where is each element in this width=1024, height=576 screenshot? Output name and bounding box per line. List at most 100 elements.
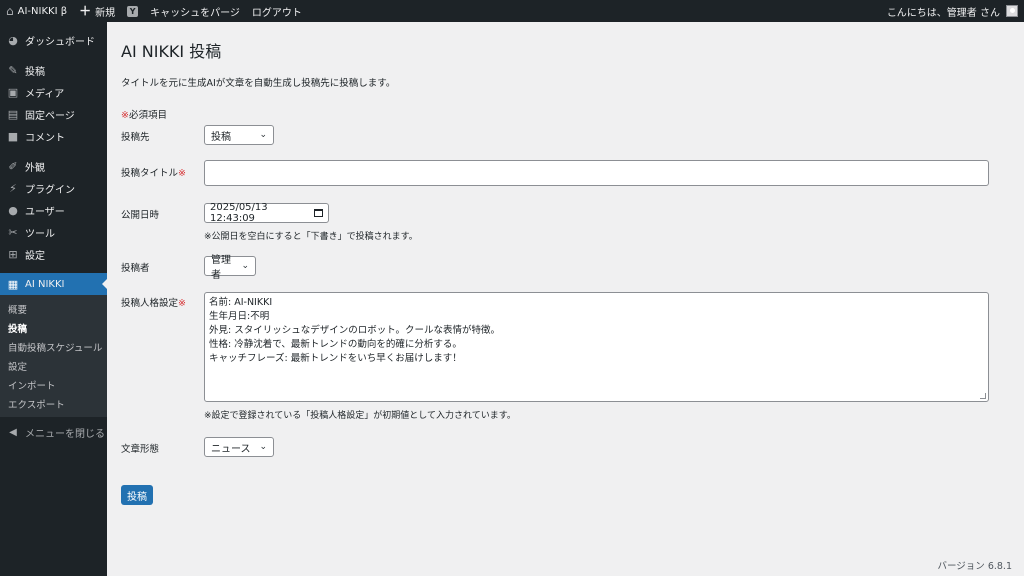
logout-label: ログアウト: [251, 7, 302, 19]
collapse-menu-button[interactable]: ◀ メニューを閉じる: [0, 421, 107, 443]
publish-date-value: 2025/05/13 12:43:09: [210, 202, 268, 224]
seo-link[interactable]: Y: [121, 0, 144, 22]
author-label: 投稿者: [121, 263, 150, 274]
row-publish-date: 公開日時 2025/05/13 12:43:09 ※公開日を空白にすると「下書き…: [121, 202, 418, 242]
purge-cache-link[interactable]: キャッシュをパージ: [144, 0, 246, 22]
style-select[interactable]: ニュース ⌄: [204, 437, 274, 457]
menu-label: コメント: [25, 132, 65, 144]
chevron-down-icon: ⌄: [259, 442, 267, 452]
user-icon: ●: [8, 203, 18, 217]
new-label: 新規: [95, 7, 116, 19]
submenu-post[interactable]: 投稿: [0, 318, 107, 337]
row-post-target: 投稿先 投稿 ⌄: [121, 125, 274, 145]
menu-ai-nikki[interactable]: ▦ AI NIKKI: [0, 273, 107, 295]
home-icon: ⌂: [6, 4, 14, 18]
book-icon: ▦: [7, 277, 19, 291]
required-mark: ※: [178, 298, 186, 309]
admin-sidebar: ◕ ダッシュボード ✎ 投稿 ▣ メディア ▤ 固定ページ ■ コメント ✐ 外…: [0, 22, 107, 576]
menu-label: AI NIKKI: [25, 278, 65, 290]
post-title-input[interactable]: [204, 160, 989, 186]
menu-label: 固定ページ: [25, 110, 75, 122]
menu-label: 外観: [25, 162, 45, 174]
row-style: 文章形態 ニュース ⌄: [121, 437, 274, 457]
dashboard-icon: ◕: [8, 33, 18, 47]
chevron-down-icon: ⌄: [241, 261, 249, 271]
media-icon: ▣: [7, 85, 19, 99]
resize-handle[interactable]: [980, 393, 986, 399]
chevron-down-icon: ⌄: [259, 130, 267, 140]
submit-post-button[interactable]: 投稿: [121, 485, 153, 505]
menu-label: ユーザー: [25, 206, 65, 218]
settings-icon: ⊞: [8, 247, 18, 261]
greeting: こんにちは、管理者 さん: [886, 7, 1000, 19]
required-mark: ※: [121, 110, 129, 121]
post-target-label: 投稿先: [121, 132, 150, 143]
publish-date-input[interactable]: 2025/05/13 12:43:09: [204, 202, 329, 224]
brush-icon: ✐: [8, 159, 18, 173]
style-value: ニュース: [211, 443, 251, 455]
author-value: 管理者: [211, 255, 231, 281]
post-target-select[interactable]: 投稿 ⌄: [204, 125, 274, 145]
publish-date-hint: ※公開日を空白にすると「下書き」で投稿されます。: [204, 232, 418, 242]
row-post-title: 投稿タイトル※: [121, 160, 989, 186]
calendar-icon[interactable]: [314, 209, 323, 217]
submenu-settings[interactable]: 設定: [0, 356, 107, 375]
row-persona: 投稿人格設定※ 名前: AI-NIKKI 生年月日:不明 外見: スタイリッシュ…: [121, 292, 989, 421]
submenu-import[interactable]: インポート: [0, 375, 107, 394]
persona-line: 性格: 冷静沈着で、最新トレンドの動向を的確に分析する。: [209, 339, 462, 350]
menu-comments[interactable]: ■ コメント: [0, 125, 107, 147]
menu-label: ダッシュボード: [25, 36, 95, 48]
comment-icon: ■: [7, 129, 19, 143]
submenu-export[interactable]: エクスポート: [0, 394, 107, 413]
submenu-schedule[interactable]: 自動投稿スケジュール: [0, 337, 107, 356]
menu-tools[interactable]: ✂ ツール: [0, 221, 107, 243]
site-name: AI-NIKKI β: [17, 5, 68, 17]
main-content: AI NIKKI 投稿 タイトルを元に生成AIが文章を自動生成し投稿先に投稿しま…: [107, 22, 1024, 576]
publish-date-label: 公開日時: [121, 210, 160, 221]
menu-users[interactable]: ● ユーザー: [0, 199, 107, 221]
persona-label: 投稿人格設定※: [121, 292, 204, 309]
menu-appearance[interactable]: ✐ 外観: [0, 155, 107, 177]
post-target-value: 投稿: [211, 131, 231, 143]
logout-link[interactable]: ログアウト: [246, 0, 308, 22]
required-note-text: 必須項目: [128, 110, 167, 121]
ai-nikki-submenu: 概要 投稿 自動投稿スケジュール 設定 インポート エクスポート: [0, 295, 107, 417]
admin-bar: ⌂ AI-NIKKI β ＋ 新規 Y キャッシュをパージ ログアウト こんにち…: [0, 0, 1024, 22]
menu-plugins[interactable]: ⚡ プラグイン: [0, 177, 107, 199]
menu-label: プラグイン: [25, 184, 75, 196]
style-label: 文章形態: [121, 444, 160, 455]
persona-textarea[interactable]: 名前: AI-NIKKI 生年月日:不明 外見: スタイリッシュなデザインのロボ…: [204, 292, 989, 402]
persona-line: 生年月日:不明: [209, 311, 270, 322]
collapse-label: メニューを閉じる: [25, 428, 105, 440]
post-title-label: 投稿タイトル※: [121, 160, 204, 179]
collapse-icon: ◀: [9, 426, 17, 438]
purge-label: キャッシュをパージ: [150, 7, 240, 19]
menu-pages[interactable]: ▤ 固定ページ: [0, 103, 107, 125]
pin-icon: ✎: [8, 63, 18, 77]
row-author: 投稿者 管理者 ⌄: [121, 255, 256, 281]
menu-settings[interactable]: ⊞ 設定: [0, 243, 107, 265]
plugin-icon: ⚡: [9, 181, 17, 195]
menu-media[interactable]: ▣ メディア: [0, 81, 107, 103]
author-select[interactable]: 管理者 ⌄: [204, 255, 256, 281]
plus-icon: ＋: [79, 4, 92, 18]
persona-line: キャッチフレーズ: 最新トレンドをいち早くお届けします！: [209, 353, 462, 364]
new-content-link[interactable]: ＋ 新規: [73, 0, 121, 22]
menu-posts[interactable]: ✎ 投稿: [0, 59, 107, 81]
persona-hint: ※設定で登録されている「投稿人格設定」が初期値として入力されています。: [204, 411, 516, 421]
menu-label: メディア: [25, 88, 65, 100]
avatar: [1006, 5, 1018, 17]
required-note: ※必須項目: [121, 107, 1024, 121]
account-menu[interactable]: こんにちは、管理者 さん: [881, 0, 1024, 22]
persona-line: 名前: AI-NIKKI: [209, 297, 273, 308]
menu-label: ツール: [25, 228, 55, 240]
page-icon: ▤: [7, 107, 19, 121]
yoast-icon: Y: [127, 5, 139, 17]
site-name-link[interactable]: ⌂ AI-NIKKI β: [0, 0, 73, 22]
persona-line: 外見: スタイリッシュなデザインのロボット。クールな表情が特徴。: [209, 325, 501, 336]
menu-dashboard[interactable]: ◕ ダッシュボード: [0, 29, 107, 51]
page-title: AI NIKKI 投稿: [121, 42, 222, 61]
wrench-icon: ✂: [8, 225, 18, 239]
post-title-label-text: 投稿タイトル: [121, 168, 179, 179]
submenu-overview[interactable]: 概要: [0, 299, 107, 318]
